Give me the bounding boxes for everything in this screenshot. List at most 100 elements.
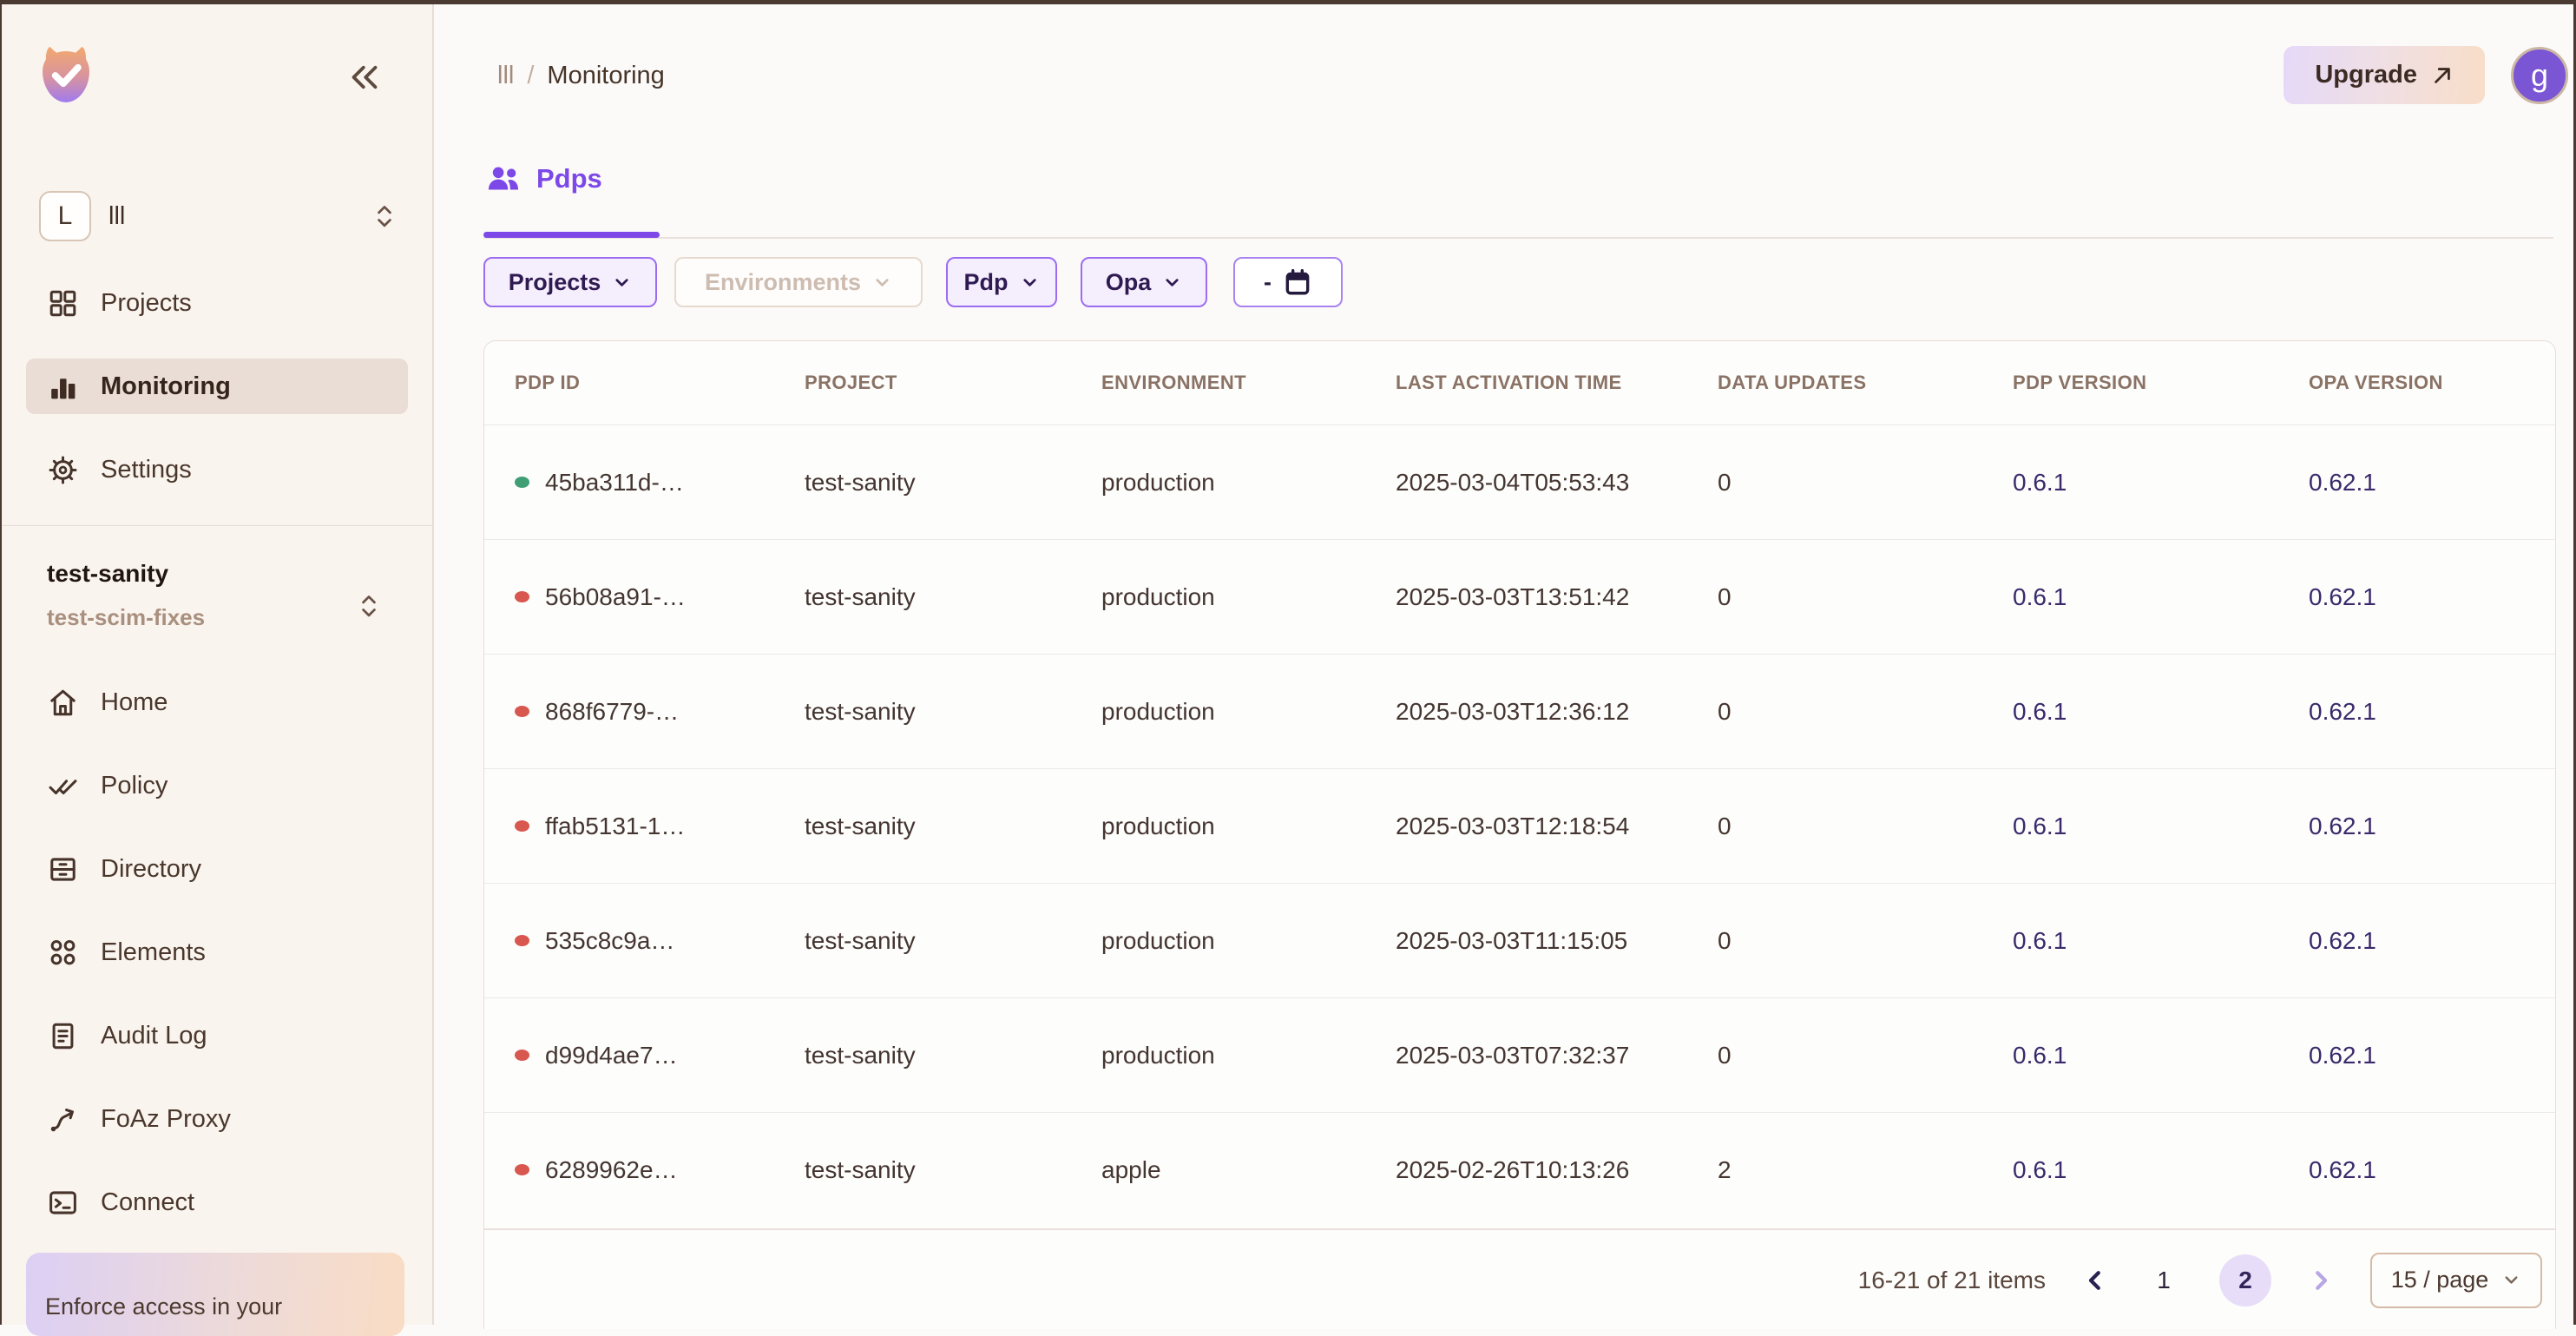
column-header-environment: ENVIRONMENT — [1101, 372, 1396, 394]
sidebar-collapse-icon[interactable] — [347, 60, 382, 95]
pdp-id: 45ba311d-… — [545, 469, 684, 497]
sidebar-item-settings[interactable]: Settings — [26, 442, 408, 497]
sidebar-item-projects[interactable]: Projects — [26, 275, 408, 331]
last-activation-time-cell: 2025-03-03T12:18:54 — [1396, 813, 1718, 840]
sidebar-item-elements[interactable]: Elements — [26, 925, 408, 980]
column-header-last-activation-time: LAST ACTIVATION TIME — [1396, 372, 1718, 394]
chevron-up-down-icon — [356, 591, 382, 621]
grid-icon — [47, 287, 79, 319]
pdp-id-cell: d99d4ae7… — [484, 1042, 805, 1069]
table-row[interactable]: 868f6779-… test-sanity production 2025-0… — [484, 654, 2555, 768]
pdp-version-cell: 0.6.1 — [2013, 1042, 2309, 1069]
project-cell: test-sanity — [805, 1042, 1101, 1069]
arrow-up-right-icon — [2431, 64, 2454, 87]
filter-opa[interactable]: Opa — [1081, 257, 1207, 307]
breadcrumb-current[interactable]: Monitoring — [547, 62, 664, 90]
table-footer: 16-21 of 21 items 1 2 15 / page — [484, 1228, 2555, 1330]
table-row[interactable]: 45ba311d-… test-sanity production 2025-0… — [484, 424, 2555, 539]
window-left-edge — [0, 0, 2, 1325]
workspace-switcher[interactable]: L lll — [39, 190, 398, 242]
pagination-next-icon[interactable] — [2308, 1267, 2334, 1293]
pagination-summary: 16-21 of 21 items — [1858, 1267, 2046, 1294]
project-switcher[interactable]: test-sanity test-scim-fixes — [47, 560, 398, 631]
data-updates-cell: 0 — [1718, 813, 2013, 840]
filter-bar: Projects Environments Pdp Opa - — [483, 257, 1343, 307]
project-name: test-sanity — [47, 560, 398, 588]
project-cell: test-sanity — [805, 1156, 1101, 1184]
filter-environments: Environments — [674, 257, 923, 307]
environment-cell: production — [1101, 698, 1396, 726]
table-header-row: PDP ID PROJECT ENVIRONMENT LAST ACTIVATI… — [484, 341, 2555, 424]
chevron-down-icon — [1162, 273, 1182, 293]
sidebar-item-label: Monitoring — [101, 372, 231, 401]
sidebar: L lll Projects Monitoring — [2, 4, 434, 1325]
pdp-id-cell: 6289962e… — [484, 1156, 805, 1184]
sidebar-item-label: Projects — [101, 289, 192, 318]
filter-label: Projects — [509, 269, 601, 296]
home-icon — [47, 687, 79, 719]
route-arrow-icon — [47, 1103, 79, 1135]
status-dot — [515, 820, 529, 832]
pagination-page-2[interactable]: 2 — [2219, 1254, 2271, 1306]
sidebar-item-label: Connect — [101, 1188, 194, 1217]
opa-version-cell: 0.62.1 — [2309, 1156, 2555, 1184]
terminal-icon — [47, 1187, 79, 1219]
opa-version-cell: 0.62.1 — [2309, 698, 2555, 726]
pagination-prev-icon[interactable] — [2082, 1267, 2108, 1293]
pdp-id: 868f6779-… — [545, 698, 679, 726]
tabs-divider — [483, 237, 2553, 239]
pdp-id: d99d4ae7… — [545, 1042, 678, 1069]
permit-fox-logo-icon[interactable] — [34, 43, 98, 109]
sidebar-item-audit-log[interactable]: Audit Log — [26, 1008, 408, 1063]
table-row[interactable]: 535c8c9a… test-sanity production 2025-03… — [484, 883, 2555, 997]
sidebar-item-home[interactable]: Home — [26, 675, 408, 730]
sidebar-item-label: Audit Log — [101, 1022, 207, 1050]
data-updates-cell: 0 — [1718, 469, 2013, 497]
data-updates-cell: 0 — [1718, 927, 2013, 955]
project-cell: test-sanity — [805, 927, 1101, 955]
avatar-initial: g — [2531, 57, 2548, 94]
pdp-id-cell: 535c8c9a… — [484, 927, 805, 955]
filter-projects[interactable]: Projects — [483, 257, 657, 307]
data-updates-cell: 0 — [1718, 698, 2013, 726]
four-circles-icon — [47, 937, 79, 969]
breadcrumb-workspace[interactable]: lll — [497, 62, 514, 90]
status-dot — [515, 591, 529, 602]
sidebar-item-policy[interactable]: Policy — [26, 758, 408, 813]
project-cell: test-sanity — [805, 698, 1101, 726]
main-content: lll / Monitoring Upgrade g Pdps — [436, 4, 2573, 1325]
people-icon — [485, 161, 522, 197]
chevron-down-icon — [2501, 1270, 2521, 1290]
environment-cell: production — [1101, 927, 1396, 955]
table-row[interactable]: 6289962e… test-sanity apple 2025-02-26T1… — [484, 1112, 2555, 1227]
active-tab-underline — [483, 232, 660, 238]
pagination-page-1[interactable]: 1 — [2145, 1254, 2183, 1306]
sidebar-item-directory[interactable]: Directory — [26, 841, 408, 897]
drawer-icon — [47, 853, 79, 885]
sidebar-item-monitoring[interactable]: Monitoring — [26, 359, 408, 414]
promo-banner[interactable]: Enforce access in your — [26, 1253, 404, 1336]
sidebar-item-label: Settings — [101, 456, 192, 484]
status-dot — [515, 1050, 529, 1061]
promo-banner-text: Enforce access in your — [45, 1293, 282, 1320]
filter-label: Opa — [1106, 269, 1152, 296]
upgrade-button[interactable]: Upgrade — [2284, 46, 2485, 104]
page-size-select[interactable]: 15 / page — [2370, 1253, 2542, 1308]
pdp-id-cell: 868f6779-… — [484, 698, 805, 726]
environment-cell: production — [1101, 469, 1396, 497]
sidebar-item-label: FoAz Proxy — [101, 1105, 231, 1134]
tab-pdps[interactable]: Pdps — [485, 161, 602, 197]
user-avatar[interactable]: g — [2511, 47, 2568, 104]
table-row[interactable]: ffab5131-1… test-sanity production 2025-… — [484, 768, 2555, 883]
sidebar-item-connect[interactable]: Connect — [26, 1175, 408, 1230]
sidebar-divider — [2, 525, 432, 526]
column-header-data-updates: DATA UPDATES — [1718, 372, 2013, 394]
table-row[interactable]: 56b08a91-… test-sanity production 2025-0… — [484, 539, 2555, 654]
sidebar-item-foaz-proxy[interactable]: FoAz Proxy — [26, 1091, 408, 1147]
last-activation-time-cell: 2025-03-03T13:51:42 — [1396, 583, 1718, 611]
table-row[interactable]: d99d4ae7… test-sanity production 2025-03… — [484, 997, 2555, 1112]
opa-version-cell: 0.62.1 — [2309, 583, 2555, 611]
filter-pdp[interactable]: Pdp — [946, 257, 1057, 307]
filter-date-range[interactable]: - — [1233, 257, 1343, 307]
pdps-table: PDP ID PROJECT ENVIRONMENT LAST ACTIVATI… — [483, 340, 2556, 1329]
